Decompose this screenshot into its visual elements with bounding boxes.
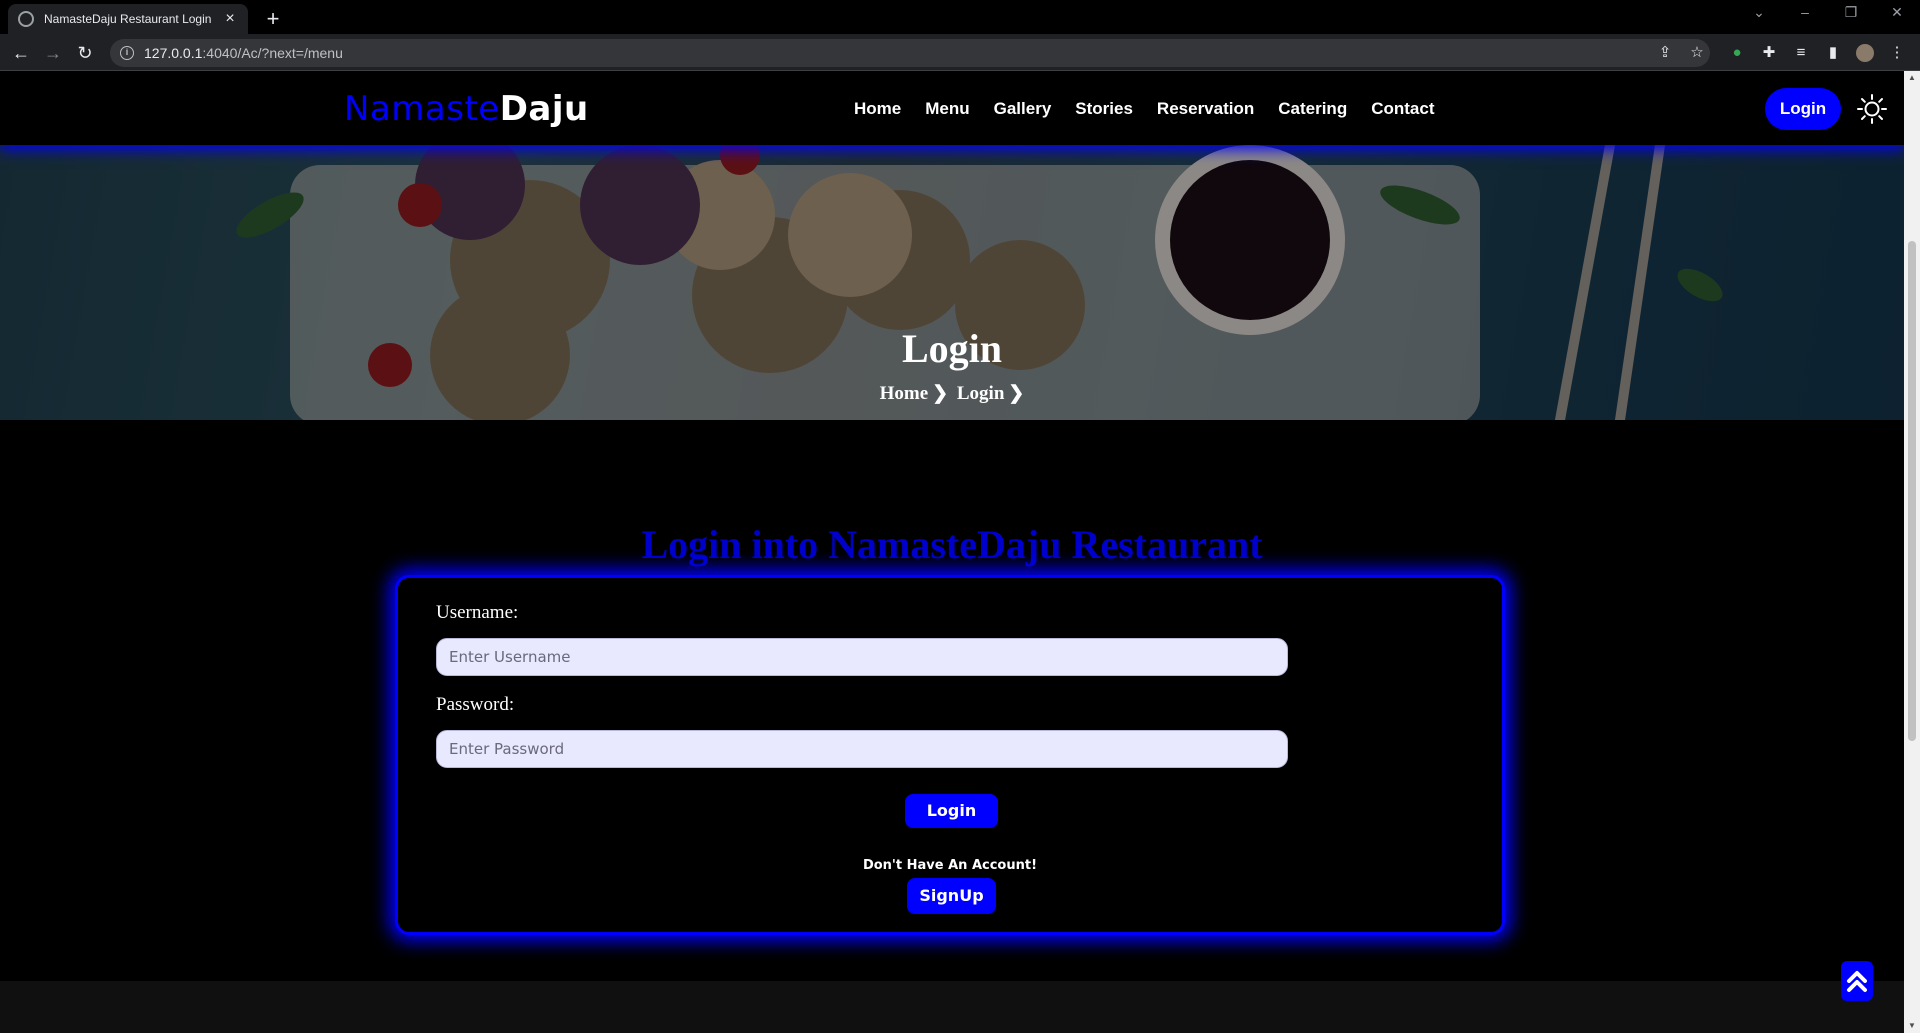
bookmark-star-icon[interactable]: ☆ [1688,44,1706,62]
breadcrumb: Home ❯ Login ❯ [0,382,1904,405]
login-form: Username: Password: Login Don't Have An … [395,575,1505,935]
nav-login-button[interactable]: Login [1765,88,1841,130]
sun-icon[interactable] [1856,93,1888,125]
globe-icon [18,11,34,27]
password-input[interactable] [436,730,1288,768]
nav-home[interactable]: Home [854,99,901,119]
scroll-up-arrow-icon[interactable]: ▲ [1904,71,1920,85]
browser-menu-icon[interactable]: ⋮ [1888,44,1906,62]
window-close-icon[interactable]: ✕ [1882,4,1912,21]
reload-icon[interactable]: ↻ [74,42,96,64]
breadcrumb-home[interactable]: Home [880,383,929,405]
nav-contact[interactable]: Contact [1371,99,1434,119]
page-viewport: NamasteDaju Home Menu Gallery Stories Re… [0,71,1904,1033]
browser-toolbar: ← → ↻ i 127.0.0.1:4040/Ac/?next=/menu ⇪ … [0,34,1920,71]
breadcrumb-login: Login [956,383,1005,404]
url-text: 127.0.0.1:4040/Ac/?next=/menu [144,45,343,61]
tab-title: NamasteDaju Restaurant Login [44,12,212,26]
signup-button[interactable]: SignUp [907,878,996,914]
scroll-thumb[interactable] [1908,241,1916,741]
password-label: Password: [436,694,515,715]
address-bar[interactable]: i 127.0.0.1:4040/Ac/?next=/menu [110,39,1710,67]
close-tab-icon[interactable]: × [222,10,238,28]
browser-tab[interactable]: NamasteDaju Restaurant Login × [8,4,248,34]
site-logo[interactable]: NamasteDaju [344,89,589,129]
profile-avatar[interactable] [1856,44,1874,62]
nav-reservation[interactable]: Reservation [1157,99,1254,119]
back-icon[interactable]: ← [10,42,32,64]
username-input[interactable] [436,638,1288,676]
username-label: Username: [436,602,519,623]
scroll-to-top-button[interactable] [1841,961,1873,1001]
media-control-icon[interactable]: ≡ [1792,44,1810,62]
browser-tabstrip: NamasteDaju Restaurant Login × + ⌄ – ❐ ✕ [0,0,1920,34]
extensions-puzzle-icon[interactable]: ✚ [1760,44,1778,62]
footer-band [0,981,1904,1033]
new-tab-icon[interactable]: + [260,6,286,32]
nav-gallery[interactable]: Gallery [994,99,1052,119]
hero-banner: Login Home ❯ Login ❯ [0,145,1904,420]
nav-catering[interactable]: Catering [1278,99,1347,119]
nav-stories[interactable]: Stories [1075,99,1133,119]
share-icon[interactable]: ⇪ [1656,44,1674,62]
side-panel-icon[interactable]: ▮ [1824,44,1842,62]
tab-search-icon[interactable]: ⌄ [1744,4,1774,21]
login-submit-button[interactable]: Login [905,794,998,828]
nav-menu[interactable]: Menu [925,99,969,119]
forward-icon[interactable]: → [42,42,64,64]
restore-icon[interactable]: ❐ [1836,4,1866,21]
login-heading: Login into NamasteDaju Restaurant [641,522,1263,567]
chevron-right-icon: ❯ [1008,383,1025,404]
site-info-icon[interactable]: i [120,46,134,60]
minimize-icon[interactable]: – [1790,4,1820,20]
hero-overlay [0,145,1904,420]
page-scrollbar[interactable]: ▲ ▼ [1904,71,1920,1033]
hero-title: Login [901,326,1003,371]
no-account-text: Don't Have An Account! [862,858,1038,873]
site-navbar: NamasteDaju Home Menu Gallery Stories Re… [0,71,1904,145]
chevron-right-icon: ❯ [932,383,949,404]
extension-icon[interactable]: ● [1728,44,1746,62]
scroll-down-arrow-icon[interactable]: ▼ [1904,1019,1920,1033]
main-menu: Home Menu Gallery Stories Reservation Ca… [854,99,1435,119]
